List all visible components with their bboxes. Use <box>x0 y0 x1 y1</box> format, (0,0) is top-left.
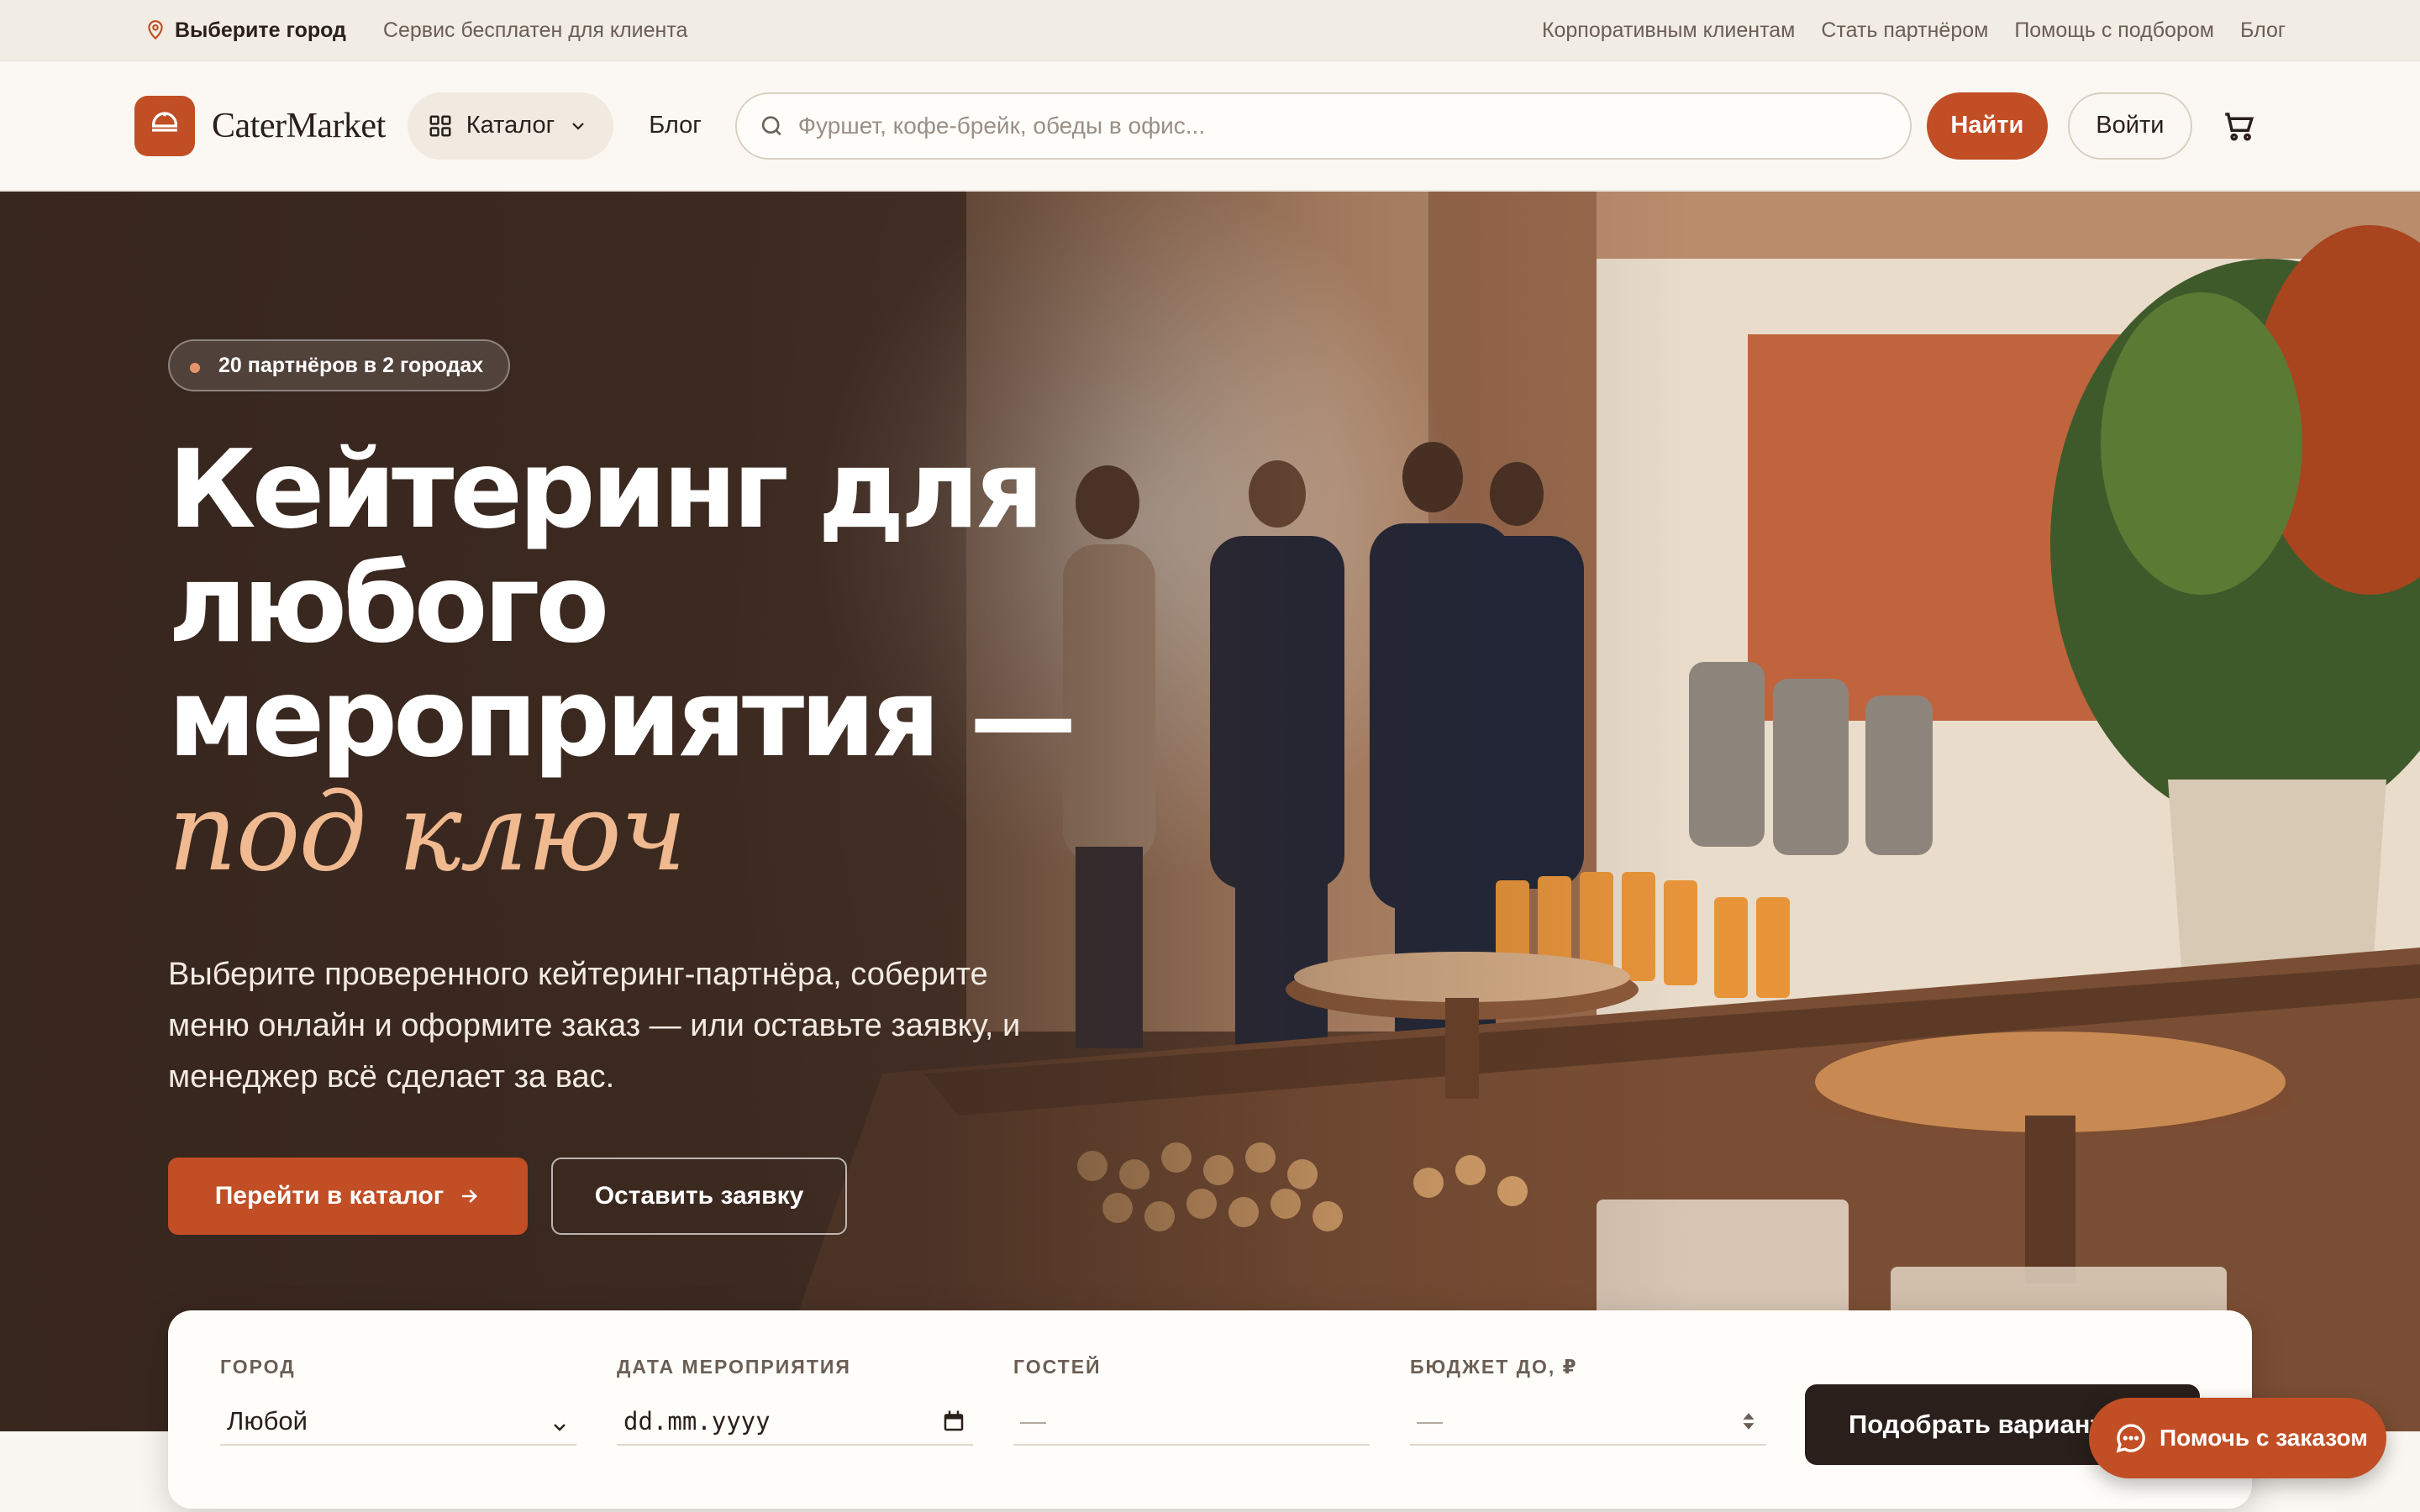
top-strip: Выберите город Сервис бесплатен для клие… <box>0 0 2420 61</box>
chevron-down-icon <box>572 122 584 130</box>
filter-guests-label: ГОСТЕЙ <box>1013 1356 1102 1378</box>
go-to-catalog-label: Перейти в каталог <box>214 1182 445 1210</box>
city-selector-label: Выберите город <box>175 18 346 42</box>
filter-date: ДАТА МЕРОПРИЯТИЯ dd.mm.yyyy <box>617 1356 973 1446</box>
link-help-selection[interactable]: Помощь с подбором <box>2014 18 2214 43</box>
partners-badge: 20 партнёров в 2 городах <box>168 339 511 391</box>
catalog-button-label: Каталог <box>466 112 555 139</box>
hero-title-main: Кейтеринг для любого мероприятия — <box>168 428 1077 781</box>
event-filter-panel: ГОРОД Любой ДАТА МЕРОПРИЯТИЯ dd.mm.yyyy … <box>168 1310 2252 1509</box>
budget-input[interactable]: — <box>1410 1399 1766 1446</box>
filter-city-label: ГОРОД <box>220 1356 296 1378</box>
logo-icon[interactable] <box>134 95 195 156</box>
hero-title: Кейтеринг для любого мероприятия — под к… <box>168 433 1244 890</box>
hero-section: 20 партнёров в 2 городах Кейтеринг для л… <box>0 192 2420 1431</box>
main-header: CaterMarket Каталог Блог Найти Войти <box>0 61 2420 191</box>
hero-title-accent: под ключ <box>168 770 687 895</box>
link-become-partner[interactable]: Стать партнёром <box>1821 18 1988 43</box>
stepper-icon[interactable] <box>1738 1404 1760 1438</box>
city-selector[interactable]: Выберите город <box>145 18 346 43</box>
catalog-button[interactable]: Каталог <box>407 92 614 160</box>
budget-input-placeholder: — <box>1417 1406 1443 1436</box>
location-pin-icon <box>148 20 163 40</box>
hero-lead: Выберите проверенного кейтеринг-партнёра… <box>168 957 1021 1095</box>
search-bar <box>734 92 1912 160</box>
filter-budget: БЮДЖЕТ ДО, ₽ — <box>1410 1356 1766 1446</box>
filter-guests: ГОСТЕЙ — <box>1013 1356 1370 1446</box>
service-note: Сервис бесплатен для клиента <box>382 18 688 42</box>
filter-budget-label: БЮДЖЕТ ДО, ₽ <box>1410 1356 1578 1378</box>
guests-input[interactable]: — <box>1013 1399 1370 1446</box>
brand-name[interactable]: CaterMarket <box>212 106 386 146</box>
cart-icon[interactable] <box>2221 108 2256 144</box>
date-input-value: dd.mm.yyyy <box>623 1407 771 1436</box>
city-select[interactable]: Любой <box>220 1399 576 1446</box>
search-button[interactable]: Найти <box>1926 92 2048 160</box>
grid-icon <box>429 115 451 136</box>
link-corporate[interactable]: Корпоративным клиентам <box>1542 18 1795 43</box>
search-input[interactable] <box>797 112 1888 139</box>
filter-date-label: ДАТА МЕРОПРИЯТИЯ <box>617 1356 851 1378</box>
nav-blog[interactable]: Блог <box>649 112 702 139</box>
top-links: Корпоративным клиентам Стать партнёром П… <box>1542 18 2286 43</box>
guests-input-placeholder: — <box>1020 1406 1046 1436</box>
help-button-label: Помочь с заказом <box>2160 1425 2368 1451</box>
leave-request-button[interactable]: Оставить заявку <box>551 1158 847 1235</box>
go-to-catalog-button[interactable]: Перейти в каталог <box>168 1158 528 1235</box>
login-button[interactable]: Войти <box>2067 92 2192 160</box>
search-icon <box>761 115 781 135</box>
help-with-order-button[interactable]: Помочь с заказом <box>2089 1398 2386 1478</box>
chat-icon <box>2116 1424 2145 1453</box>
filter-city: ГОРОД Любой <box>220 1356 576 1446</box>
link-blog-top[interactable]: Блог <box>2240 18 2286 43</box>
chevron-down-icon <box>554 1424 566 1431</box>
arrow-right-icon <box>462 1189 478 1203</box>
date-input[interactable]: dd.mm.yyyy <box>617 1399 973 1446</box>
city-select-value: Любой <box>227 1406 308 1436</box>
calendar-icon[interactable] <box>941 1409 966 1434</box>
